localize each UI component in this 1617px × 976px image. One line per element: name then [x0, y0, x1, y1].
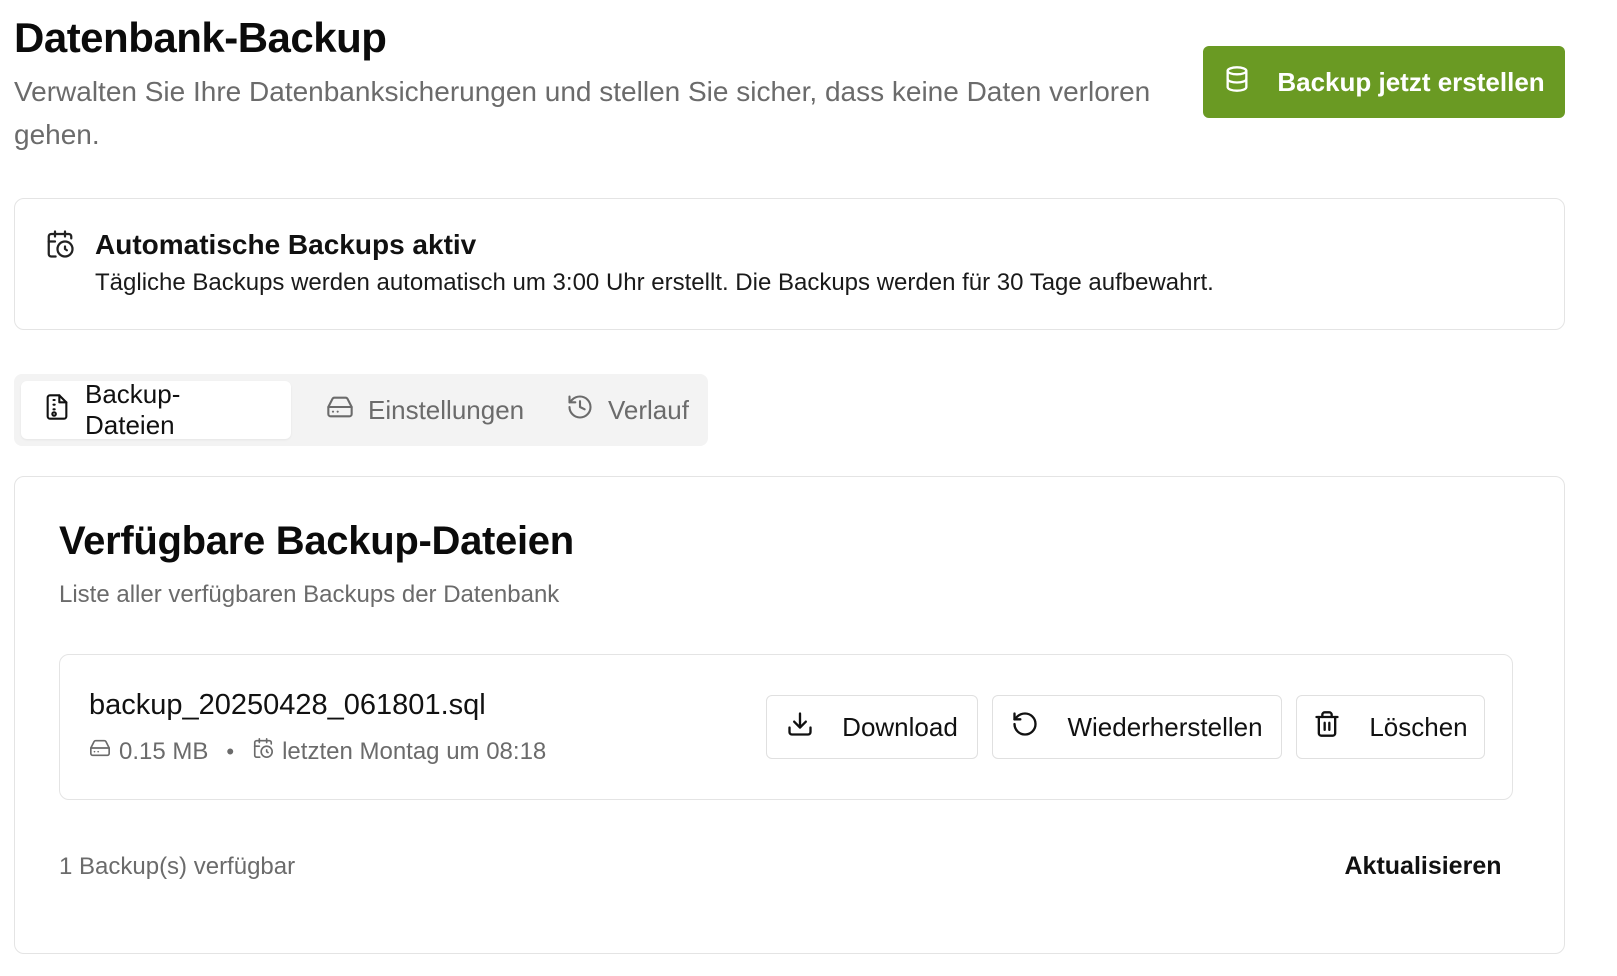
- info-text: Tägliche Backups werden automatisch um 3…: [95, 269, 1214, 296]
- tab-label: Einstellungen: [368, 394, 525, 425]
- download-icon: [786, 710, 814, 745]
- download-button[interactable]: Download: [766, 695, 978, 759]
- tab-bar: Backup-Dateien Einstellungen Verlauf: [14, 374, 708, 446]
- auto-backup-info-card: Automatische Backups aktiv Tägliche Back…: [14, 198, 1565, 330]
- page-subtitle: Verwalten Sie Ihre Datenbanksicherungen …: [14, 76, 1151, 150]
- hard-drive-icon: [326, 393, 354, 428]
- backup-file-size: 0.15 MB: [119, 737, 209, 765]
- calendar-clock-icon: [45, 229, 75, 259]
- tab-label: Verlauf: [608, 394, 689, 425]
- card-title: Verfügbare Backup-Dateien: [59, 519, 574, 563]
- trash-icon: [1313, 710, 1341, 745]
- meta-separator: •: [226, 738, 235, 764]
- delete-label: Löschen: [1369, 711, 1468, 742]
- backup-file-meta: 0.15 MB • letzten Montag um 08:18: [89, 737, 546, 766]
- restore-button[interactable]: Wiederherstellen: [992, 695, 1282, 759]
- rotate-ccw-icon: [1011, 710, 1039, 745]
- hard-drive-icon: [89, 737, 111, 766]
- backup-file-name: backup_20250428_061801.sql: [89, 689, 486, 721]
- card-subtitle: Liste aller verfügbaren Backups der Date…: [59, 581, 560, 608]
- tab-history[interactable]: Verlauf: [544, 381, 711, 439]
- backup-count: 1 Backup(s) verfügbar: [59, 853, 296, 880]
- history-icon: [566, 393, 594, 428]
- tab-label: Backup-Dateien: [85, 379, 181, 440]
- download-label: Download: [842, 711, 958, 742]
- create-backup-button[interactable]: Backup jetzt erstellen: [1203, 46, 1565, 118]
- tab-settings[interactable]: Einstellungen: [304, 381, 546, 439]
- delete-button[interactable]: Löschen: [1296, 695, 1485, 759]
- calendar-clock-icon: [252, 737, 274, 766]
- info-title: Automatische Backups aktiv: [95, 229, 477, 260]
- backup-files-card: Verfügbare Backup-Dateien Liste aller ve…: [14, 476, 1565, 954]
- backup-file-row: backup_20250428_061801.sql 0.15 MB • let…: [59, 654, 1513, 800]
- database-icon: [1223, 65, 1251, 100]
- refresh-button[interactable]: Aktualisieren: [1333, 839, 1513, 893]
- page-title: Datenbank-Backup: [14, 14, 387, 61]
- tab-backup-files[interactable]: Backup-Dateien: [21, 379, 291, 440]
- file-archive-icon: [43, 393, 71, 428]
- page: Datenbank-Backup Verwalten Sie Ihre Date…: [0, 0, 1617, 976]
- create-backup-label: Backup jetzt erstellen: [1277, 66, 1545, 97]
- backup-file-date: letzten Montag um 08:18: [282, 737, 547, 765]
- restore-label: Wiederherstellen: [1067, 711, 1263, 742]
